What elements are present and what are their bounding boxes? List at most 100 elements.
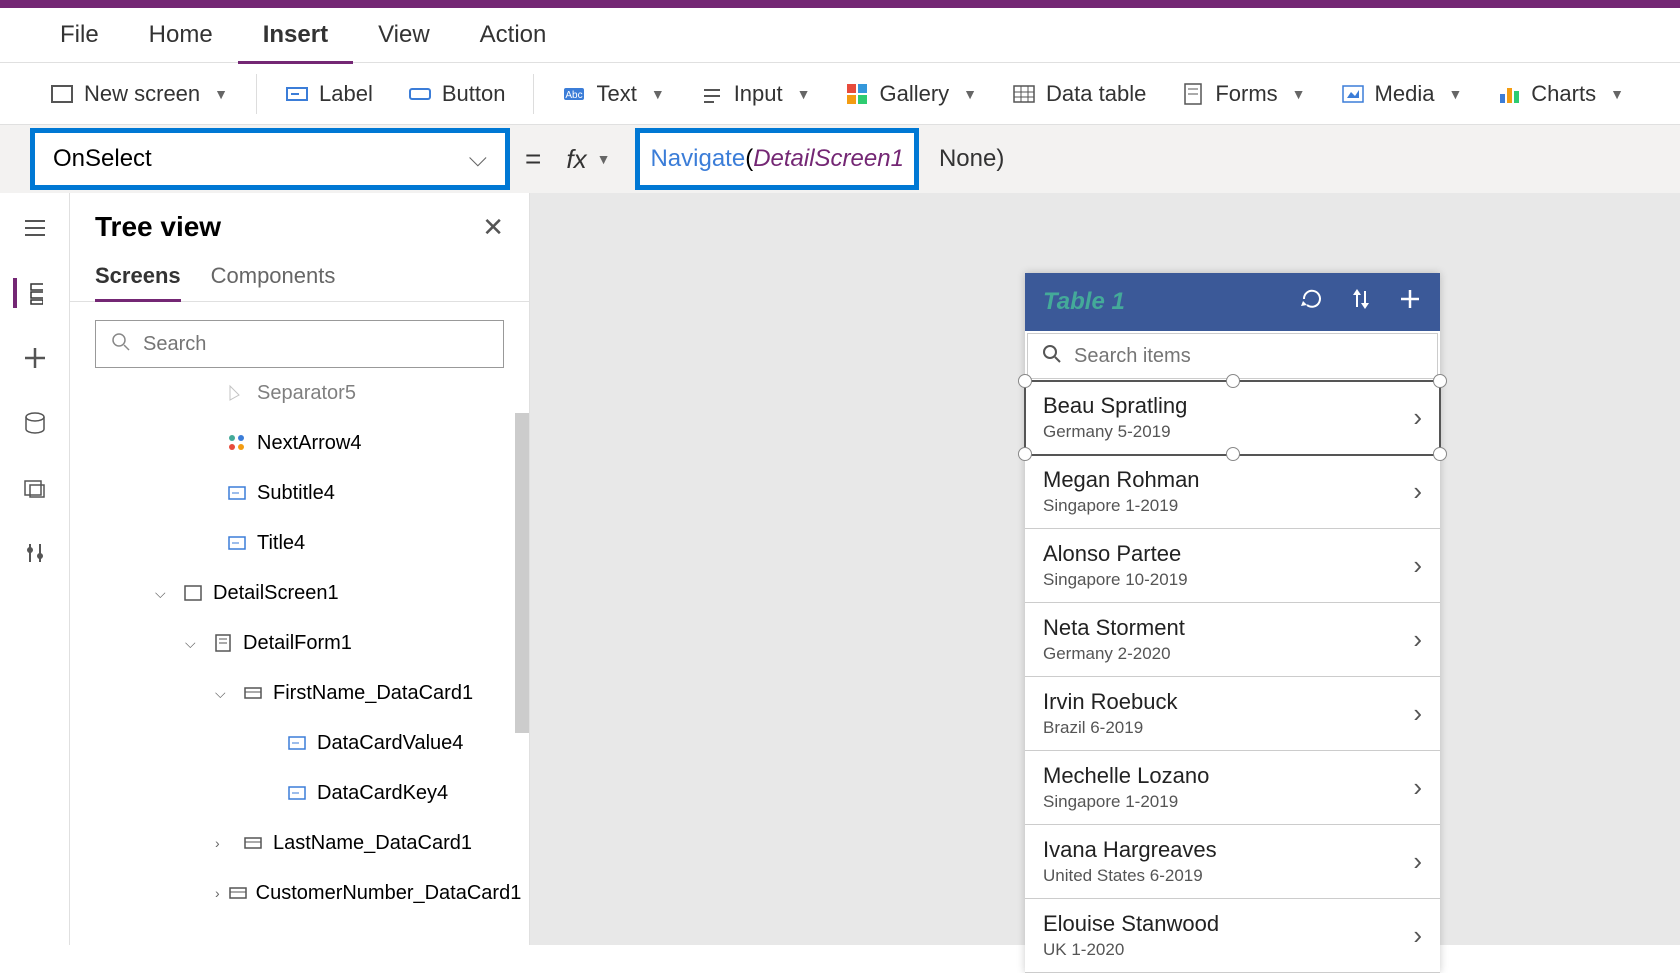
button-button[interactable]: Button [393, 73, 521, 115]
menu-home[interactable]: Home [124, 21, 238, 49]
list-item[interactable]: Elouise Stanwood UK 1-2020 › [1025, 899, 1440, 973]
new-screen-button[interactable]: New screen ▼ [35, 73, 243, 115]
charts-icon [1497, 82, 1521, 106]
text-icon [285, 781, 309, 805]
app-search-box[interactable] [1027, 333, 1438, 379]
tree-view-icon[interactable] [13, 278, 43, 308]
tree-node-lastname-datacard1[interactable]: › LastName_DataCard1 [70, 818, 529, 868]
media-button[interactable]: Media ▼ [1326, 73, 1478, 115]
tree-node-subtitle4[interactable]: Subtitle4 [70, 468, 529, 518]
chevron-right-icon[interactable]: › [1413, 698, 1422, 729]
list-item[interactable]: Mechelle Lozano Singapore 1-2019 › [1025, 751, 1440, 825]
list-item[interactable]: Irvin Roebuck Brazil 6-2019 › [1025, 677, 1440, 751]
item-name: Megan Rohman [1043, 467, 1200, 493]
data-table-button[interactable]: Data table [997, 73, 1161, 115]
data-icon[interactable] [20, 408, 50, 438]
chevron-down-icon[interactable]: ⌵ [155, 585, 173, 602]
chevron-down-icon[interactable]: ⌵ [185, 635, 203, 652]
divider [533, 74, 534, 114]
list-item[interactable]: Megan Rohman Singapore 1-2019 › [1025, 455, 1440, 529]
item-subtitle: Singapore 1-2019 [1043, 792, 1209, 812]
label-button[interactable]: Label [270, 73, 388, 115]
media-rail-icon[interactable] [20, 473, 50, 503]
tree-node-separator5[interactable]: Separator5 [70, 378, 529, 418]
tree-node-detailform1[interactable]: ⌵ DetailForm1 [70, 618, 529, 668]
tree-view-panel: Tree view ✕ Screens Components Separator… [70, 193, 530, 945]
hamburger-icon[interactable] [20, 213, 50, 243]
list-item[interactable]: Ivana Hargreaves United States 6-2019 › [1025, 825, 1440, 899]
list-item[interactable]: Alonso Partee Singapore 10-2019 › [1025, 529, 1440, 603]
chevron-right-icon[interactable]: › [1413, 476, 1422, 507]
item-subtitle: Singapore 1-2019 [1043, 496, 1200, 516]
menu-action[interactable]: Action [455, 21, 572, 49]
item-subtitle: United States 6-2019 [1043, 866, 1217, 886]
list-item[interactable]: Beau Spratling Germany 5-2019 › [1025, 381, 1440, 455]
chevron-down-icon[interactable]: ⌵ [215, 685, 233, 702]
sort-icon[interactable] [1349, 287, 1373, 317]
chevron-right-icon[interactable]: › [215, 835, 233, 851]
selection-handle[interactable] [1226, 374, 1240, 388]
chevron-down-icon: ▼ [651, 86, 665, 102]
formula-bar: OnSelect ⌵ = fx ▼ Navigate(DetailScreen1… [0, 125, 1680, 193]
chevron-right-icon[interactable]: › [1413, 624, 1422, 655]
search-input[interactable] [143, 333, 488, 356]
close-icon[interactable]: ✕ [482, 212, 504, 243]
media-icon [1341, 82, 1365, 106]
tools-icon[interactable] [20, 538, 50, 568]
chevron-down-icon: ▼ [1448, 86, 1462, 102]
input-button[interactable]: Input ▼ [685, 73, 826, 115]
tab-screens[interactable]: Screens [95, 253, 181, 302]
selection-handle[interactable] [1018, 374, 1032, 388]
gallery-label: Gallery [879, 81, 949, 107]
chevron-right-icon[interactable]: › [215, 885, 220, 901]
gallery-button[interactable]: Gallery ▼ [830, 73, 992, 115]
arrow-group-icon [225, 431, 249, 455]
add-icon[interactable] [1398, 287, 1422, 317]
chevron-right-icon[interactable]: › [1413, 846, 1422, 877]
button-icon [408, 82, 432, 106]
tree-node-customernumber-datacard1[interactable]: › CustomerNumber_DataCard1 [70, 868, 529, 918]
chevron-down-icon: ▼ [963, 86, 977, 102]
menu-view[interactable]: View [353, 21, 455, 49]
item-name: Irvin Roebuck [1043, 689, 1178, 715]
app-search-input[interactable] [1074, 345, 1423, 368]
item-name: Mechelle Lozano [1043, 763, 1209, 789]
insert-icon[interactable] [20, 343, 50, 373]
list-item[interactable]: Neta Storment Germany 2-2020 › [1025, 603, 1440, 677]
tree-node-datacardkey4[interactable]: DataCardKey4 [70, 768, 529, 818]
tree-node-title4[interactable]: Title4 [70, 518, 529, 568]
forms-button[interactable]: Forms ▼ [1166, 73, 1320, 115]
fx-label[interactable]: fx ▼ [556, 144, 620, 175]
property-selector[interactable]: OnSelect ⌵ [30, 128, 510, 190]
chevron-right-icon[interactable]: › [1413, 550, 1422, 581]
canvas-area[interactable]: Table 1 [530, 193, 1680, 945]
item-name: Ivana Hargreaves [1043, 837, 1217, 863]
charts-button[interactable]: Charts ▼ [1482, 73, 1639, 115]
menu-bar: File Home Insert View Action [0, 8, 1680, 63]
scrollbar[interactable] [515, 413, 529, 733]
formula-input[interactable]: Navigate(DetailScreen1 [635, 128, 918, 190]
refresh-icon[interactable] [1300, 287, 1324, 317]
label-icon [285, 82, 309, 106]
tree-node-nextarrow4[interactable]: NextArrow4 [70, 418, 529, 468]
tab-components[interactable]: Components [211, 253, 336, 301]
chevron-right-icon[interactable]: › [1413, 772, 1422, 803]
chevron-down-icon: ▼ [1292, 86, 1306, 102]
text-label: Text [596, 81, 636, 107]
tree-node-datacardvalue4[interactable]: DataCardValue4 [70, 718, 529, 768]
chevron-down-icon: ⌵ [469, 145, 487, 173]
menu-insert[interactable]: Insert [238, 21, 353, 64]
chevron-right-icon[interactable]: › [1413, 920, 1422, 951]
gallery-list: Beau Spratling Germany 5-2019 › Megan Ro… [1025, 381, 1440, 973]
title-bar-stripe [0, 0, 1680, 8]
text-button[interactable]: Abc Text ▼ [547, 73, 679, 115]
selection-handle[interactable] [1433, 374, 1447, 388]
tree-search[interactable] [95, 320, 504, 368]
tree-node-detailscreen1[interactable]: ⌵ DetailScreen1 [70, 568, 529, 618]
tree-node-firstname-datacard1[interactable]: ⌵ FirstName_DataCard1 [70, 668, 529, 718]
chevron-right-icon[interactable]: › [1413, 402, 1422, 433]
text-icon [285, 731, 309, 755]
menu-file[interactable]: File [35, 21, 124, 49]
label-button-text: Label [319, 81, 373, 107]
item-name: Elouise Stanwood [1043, 911, 1219, 937]
